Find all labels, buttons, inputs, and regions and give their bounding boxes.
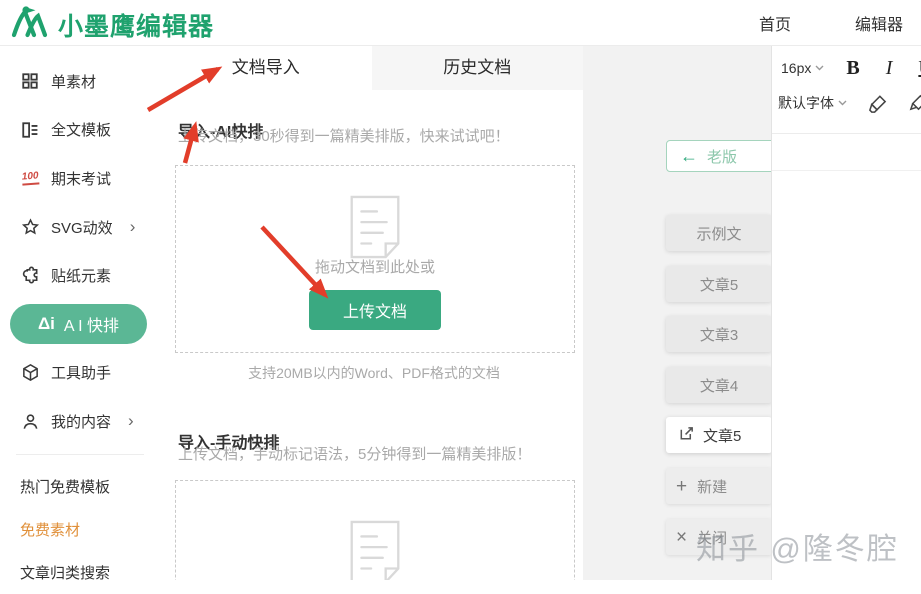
editor-toolbar-panel: 16px B I U 默认字体 bbox=[771, 45, 921, 580]
edit-icon bbox=[678, 425, 695, 446]
bold-button[interactable]: B bbox=[846, 57, 859, 80]
upload-document-button[interactable]: 上传文档 bbox=[309, 290, 441, 330]
manual-import-subtitle: 上传文档，手动标记语法，5分钟得到一篇精美排版！ bbox=[178, 446, 532, 463]
app-logo[interactable]: 小墨鹰编辑器 bbox=[10, 4, 214, 45]
watermark: 知乎 @隆冬腔 bbox=[696, 533, 899, 566]
new-article-button[interactable]: + 新建 bbox=[666, 468, 771, 504]
old-version-button[interactable]: ← 老版 bbox=[666, 140, 771, 172]
import-tab-bar: 文档导入 历史文档 bbox=[160, 45, 583, 90]
app-title: 小墨鹰编辑器 bbox=[58, 12, 215, 41]
sidebar-item-label: 全文模板 bbox=[51, 122, 112, 140]
chevron-right-icon: › bbox=[129, 217, 136, 237]
sidebar-link-0[interactable]: 热门免费模板 bbox=[0, 465, 160, 508]
upload-format-note: 支持20MB以内的Word、PDF格式的文档 bbox=[248, 365, 500, 381]
sidebar-item-label: 贴纸元素 bbox=[51, 268, 112, 286]
hundred-score-icon: 100 bbox=[20, 168, 40, 188]
old-version-label: 老版 bbox=[707, 148, 738, 166]
article-tab-label: 示例文 bbox=[696, 225, 742, 243]
top-header: 小墨鹰编辑器 首页 编辑器 bbox=[0, 0, 921, 46]
article-tab-1[interactable]: 文章5 bbox=[666, 266, 771, 302]
sidebar-item-6[interactable]: 工具助手 bbox=[0, 349, 160, 398]
font-size-value[interactable]: 16px bbox=[781, 60, 811, 76]
close-icon: × bbox=[676, 526, 688, 548]
sidebar-item-label: 期末考试 bbox=[51, 170, 112, 188]
ai-upload-dropzone[interactable]: 拖动文档到此处或 上传文档 bbox=[175, 165, 575, 353]
cube-icon bbox=[20, 363, 40, 383]
sidebar-link-1[interactable]: 免费素材 bbox=[0, 508, 160, 551]
sidebar-item-label: 工具助手 bbox=[51, 365, 112, 383]
chevron-down-icon[interactable] bbox=[815, 65, 824, 71]
template-icon bbox=[20, 120, 40, 140]
sidebar-item-label: 单素材 bbox=[51, 73, 97, 91]
user-icon bbox=[20, 411, 40, 431]
italic-button[interactable]: I bbox=[886, 57, 893, 80]
chevron-right-icon: › bbox=[128, 411, 134, 431]
drag-hint-text: 拖动文档到此处或 bbox=[314, 259, 435, 276]
chevron-down-icon[interactable] bbox=[838, 100, 847, 106]
tab-history-documents[interactable]: 历史文档 bbox=[371, 45, 583, 90]
grid-icon bbox=[20, 71, 40, 91]
nav-home[interactable]: 首页 bbox=[759, 11, 791, 35]
sidebar-link-2[interactable]: 文章归类搜索 bbox=[0, 551, 160, 594]
ai-logo-icon: Δi bbox=[37, 314, 55, 334]
sidebar-item-0[interactable]: 单素材 bbox=[0, 57, 160, 106]
tab-document-import[interactable]: 文档导入 bbox=[160, 45, 372, 90]
canvas-divider bbox=[772, 170, 921, 171]
eraser-icon[interactable] bbox=[867, 93, 888, 114]
document-icon bbox=[176, 194, 574, 260]
sidebar-item-5: Δi A I 快排 bbox=[0, 300, 160, 349]
manual-upload-dropzone[interactable] bbox=[175, 480, 575, 580]
nav-editor[interactable]: 编辑器 bbox=[855, 11, 903, 35]
sidebar-item-7[interactable]: 我的内容 › bbox=[0, 397, 160, 446]
plus-icon: + bbox=[676, 475, 688, 497]
article-tab-label: 文章5 bbox=[699, 276, 739, 294]
puzzle-icon bbox=[20, 266, 40, 286]
document-import-panel: 文档导入 历史文档 导入-AI快排 上传文档，30秒得到一篇精美排版，快来试试吧！… bbox=[160, 45, 583, 580]
back-arrow-icon: ← bbox=[680, 146, 698, 166]
ai-import-subtitle: 上传文档，30秒得到一篇精美排版，快来试试吧！ bbox=[178, 128, 510, 145]
ai-quick-layout-button[interactable]: Δi A I 快排 bbox=[10, 304, 147, 345]
article-tab-4[interactable]: 文章5 bbox=[666, 417, 771, 453]
article-tab-label: 文章3 bbox=[699, 326, 739, 344]
document-icon bbox=[176, 519, 574, 580]
article-tab-label: 文章5 bbox=[703, 427, 742, 445]
article-tab-label: 文章4 bbox=[699, 377, 739, 395]
sidebar-item-label: A I 快排 bbox=[63, 318, 120, 336]
sidebar-item-2[interactable]: 100 期末考试 bbox=[0, 154, 160, 203]
font-family-select[interactable]: 默认字体 bbox=[778, 93, 834, 113]
article-tab-0[interactable]: 示例文 bbox=[666, 215, 771, 251]
toolbar-divider bbox=[772, 133, 921, 134]
top-navigation: 首页 编辑器 bbox=[759, 0, 903, 45]
sidebar-item-label: 我的内容 bbox=[51, 413, 112, 431]
sidebar-item-1[interactable]: 全文模板 bbox=[0, 106, 160, 155]
sidebar-item-3[interactable]: SVG动效 › bbox=[0, 203, 160, 252]
new-article-label: 新建 bbox=[697, 478, 728, 496]
editor-dimmed-area: ← 老版 示例文 文章5 文章3 文章4 文章5 + 新建 × 关闭 bbox=[583, 45, 771, 580]
left-sidebar: 单素材全文模板 100 期末考试 SVG动效 › 贴纸元素 Δi A I 快排工具助手我的内容… bbox=[0, 45, 160, 582]
star-icon bbox=[20, 217, 40, 237]
article-tab-2[interactable]: 文章3 bbox=[666, 316, 771, 352]
format-brush-icon[interactable] bbox=[908, 93, 921, 114]
sidebar-links: 热门免费模板 免费素材 文章归类搜索 bbox=[0, 455, 160, 594]
sidebar-menu: 单素材全文模板 100 期末考试 SVG动效 › 贴纸元素 Δi A I 快排工具助手我的内容… bbox=[0, 45, 160, 446]
sidebar-item-label: SVG动效 bbox=[51, 219, 113, 237]
eagle-logo-icon bbox=[10, 4, 50, 45]
sidebar-item-4[interactable]: 贴纸元素 bbox=[0, 251, 160, 300]
article-tab-3[interactable]: 文章4 bbox=[666, 367, 771, 403]
